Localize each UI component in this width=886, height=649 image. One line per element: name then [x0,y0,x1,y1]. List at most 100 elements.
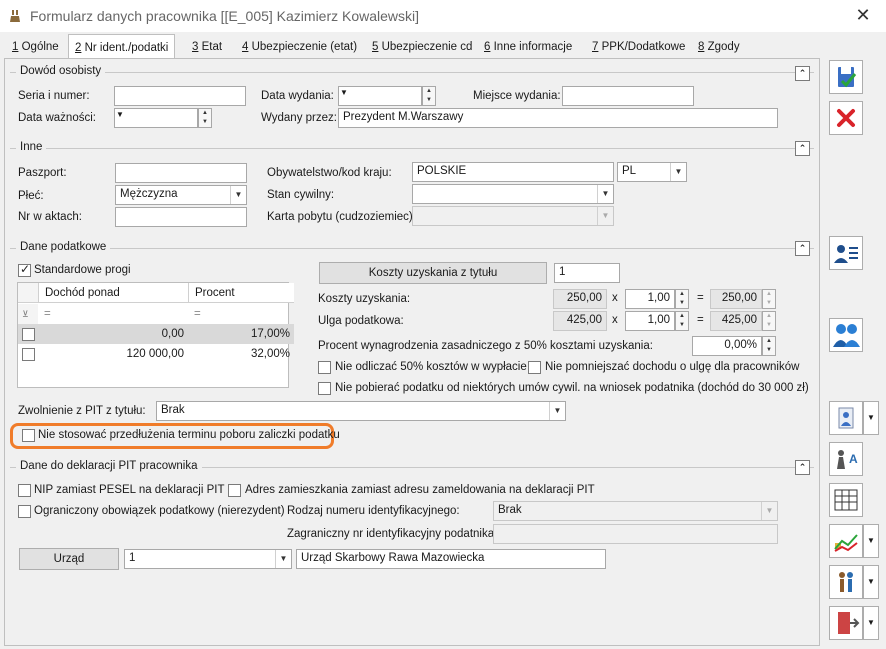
chevron-down-icon[interactable]: ▼ [863,401,879,435]
date-spinner[interactable]: ▲ ▼ [198,108,212,128]
seria-input[interactable] [114,86,246,106]
person-text-icon: A [837,450,858,469]
tab-ubezpieczenie-etat[interactable]: 4 Ubezpieczenie (etat) [236,36,363,58]
kod-kraju-select[interactable]: PL ▼ [617,162,687,182]
chevron-down-icon[interactable]: ▼ [116,110,124,119]
ulga-spinner[interactable]: ▲ ▼ [675,311,689,331]
row-checkbox[interactable] [22,348,35,361]
photo-icon [838,407,854,429]
chevron-down-icon[interactable]: ▼ [863,565,879,599]
nie-stosowac-checkbox[interactable] [22,429,35,442]
chevron-down-icon: ▼ [549,402,565,420]
photo-button[interactable] [829,401,863,435]
chevron-down-icon[interactable]: ▼ [863,524,879,558]
plec-select[interactable]: Mężczyzna ▼ [115,185,247,205]
urzad-code-select[interactable]: 1 ▼ [124,549,292,569]
koszty-tytul-input[interactable]: 1 [554,263,620,283]
data-waznosci-input[interactable] [114,108,198,128]
collapse-icon[interactable]: ⌃ [795,66,810,81]
close-icon[interactable]: ✕ [852,4,874,26]
koszty-uzyskania-button[interactable]: Koszty uzyskania z tytułu [319,262,547,284]
koszty-spinner[interactable]: ▲ ▼ [675,289,689,309]
nie-pobierac-label: Nie pobierać podatku od niektórych umów … [335,382,809,394]
nie-pomniejszac-label: Nie pomniejszać dochodu o ulgę dla praco… [545,361,800,373]
miejsce-input[interactable] [562,86,694,106]
chevron-down-icon[interactable]: ▼ [340,88,348,97]
procent-spinner[interactable]: ▲ ▼ [762,336,776,356]
ulga-wynik-spinner: ▲ ▼ [762,311,776,331]
wydany-input[interactable]: Prezydent M.Warszawy [338,108,778,128]
people-button[interactable] [829,565,863,599]
save-button[interactable] [829,60,863,94]
chevron-down-icon[interactable]: ▼ [863,606,879,640]
nie-odliczac-checkbox[interactable] [318,361,331,374]
nip-label: NIP zamiast PESEL na deklaracji PIT [34,484,225,496]
collapse-icon[interactable]: ⌃ [795,241,810,256]
ulga-mnoznik-input[interactable]: 1,00 [625,311,675,331]
data-wydania-input[interactable] [338,86,422,106]
karta-pobytu-label: Karta pobytu (cudzoziemiec): [267,211,416,223]
data-waznosci-label: Data ważności: [18,112,96,124]
equals-sign: = [697,314,704,326]
nie-pobierac-checkbox[interactable] [318,382,331,395]
nr-w-aktach-input[interactable] [115,207,247,227]
urzad-button[interactable]: Urząd [19,548,119,570]
rodzaj-select: Brak ▼ [493,501,778,521]
tab-ogolne[interactable]: 1 Ogólne [6,36,65,58]
tab-nr-ident-podatki[interactable]: 2 Nr ident./podatki [68,34,176,59]
save-icon [838,67,857,88]
adres-checkbox[interactable] [228,484,241,497]
filter-icon[interactable]: ⊻ [18,304,38,324]
door-icon [838,612,860,634]
users-button[interactable] [829,318,863,352]
row-checkbox[interactable] [22,328,35,341]
chevron-down-icon: ▼ [670,163,686,181]
group-title: Inne [16,141,47,153]
tab-etat[interactable]: 3 Etat [186,36,228,58]
collapse-icon[interactable]: ⌃ [795,460,810,475]
filter-procent[interactable]: = [190,304,294,324]
adres-label: Adres zamieszkania zamiast adresu zameld… [245,484,595,496]
chart-button[interactable] [829,524,863,558]
obywatelstwo-input[interactable]: POLSKIE [412,162,614,182]
paszport-label: Paszport: [18,167,67,179]
nip-checkbox[interactable] [18,484,31,497]
stan-cywilny-select[interactable]: ▼ [412,184,614,204]
koszty-wynik-spinner: ▲ ▼ [762,289,776,309]
tab-inne-informacje[interactable]: 6 Inne informacje [478,36,578,58]
nie-odliczac-label: Nie odliczać 50% kosztów w wypłacie [335,361,527,373]
cell-dochod: 0,00 [161,328,184,340]
plec-label: Płeć: [18,190,44,202]
nr-w-aktach-label: Nr w aktach: [18,211,82,223]
koszty-mnoznik-input[interactable]: 1,00 [625,289,675,309]
data-wydania-label: Data wydania: [261,90,334,102]
cancel-button[interactable] [829,101,863,135]
column-header-dochod[interactable]: Dochód ponad [38,283,188,303]
cancel-icon [837,109,855,127]
employee-card-button[interactable] [829,236,863,270]
date-spinner[interactable]: ▲ ▼ [422,86,436,106]
column-header-procent[interactable]: Procent [188,283,294,303]
procent-wynagrodzenia-input[interactable]: 0,00% [692,336,762,356]
paszport-input[interactable] [115,163,247,183]
zwolnienie-select[interactable]: Brak ▼ [156,401,566,421]
group-dane-pit: Dane do deklaracji PIT pracownika [10,460,814,472]
ograniczony-checkbox[interactable] [18,505,31,518]
urzad-name-input[interactable]: Urząd Skarbowy Rawa Mazowiecka [296,549,606,569]
grid-corner [18,283,38,303]
tab-zgody[interactable]: 8 Zgody [692,36,746,58]
exit-button[interactable] [829,606,863,640]
standardowe-progi-checkbox[interactable] [18,262,31,277]
text-format-button[interactable]: A [829,442,863,476]
users-icon [833,324,860,347]
stan-cywilny-label: Stan cywilny: [267,189,335,201]
table-button[interactable] [829,483,863,517]
collapse-icon[interactable]: ⌃ [795,141,810,156]
nie-pomniejszac-checkbox[interactable] [528,361,541,374]
tab-ppk-dodatkowe[interactable]: 7 PPK/Dodatkowe [586,36,691,58]
filter-dochod[interactable]: = [40,304,186,324]
ulga-label: Ulga podatkowa: [318,315,404,327]
chevron-down-icon: ▼ [597,207,613,225]
multiply-sign: x [612,314,618,326]
tab-ubezpieczenie-cd[interactable]: 5 Ubezpieczenie cd [366,36,478,58]
